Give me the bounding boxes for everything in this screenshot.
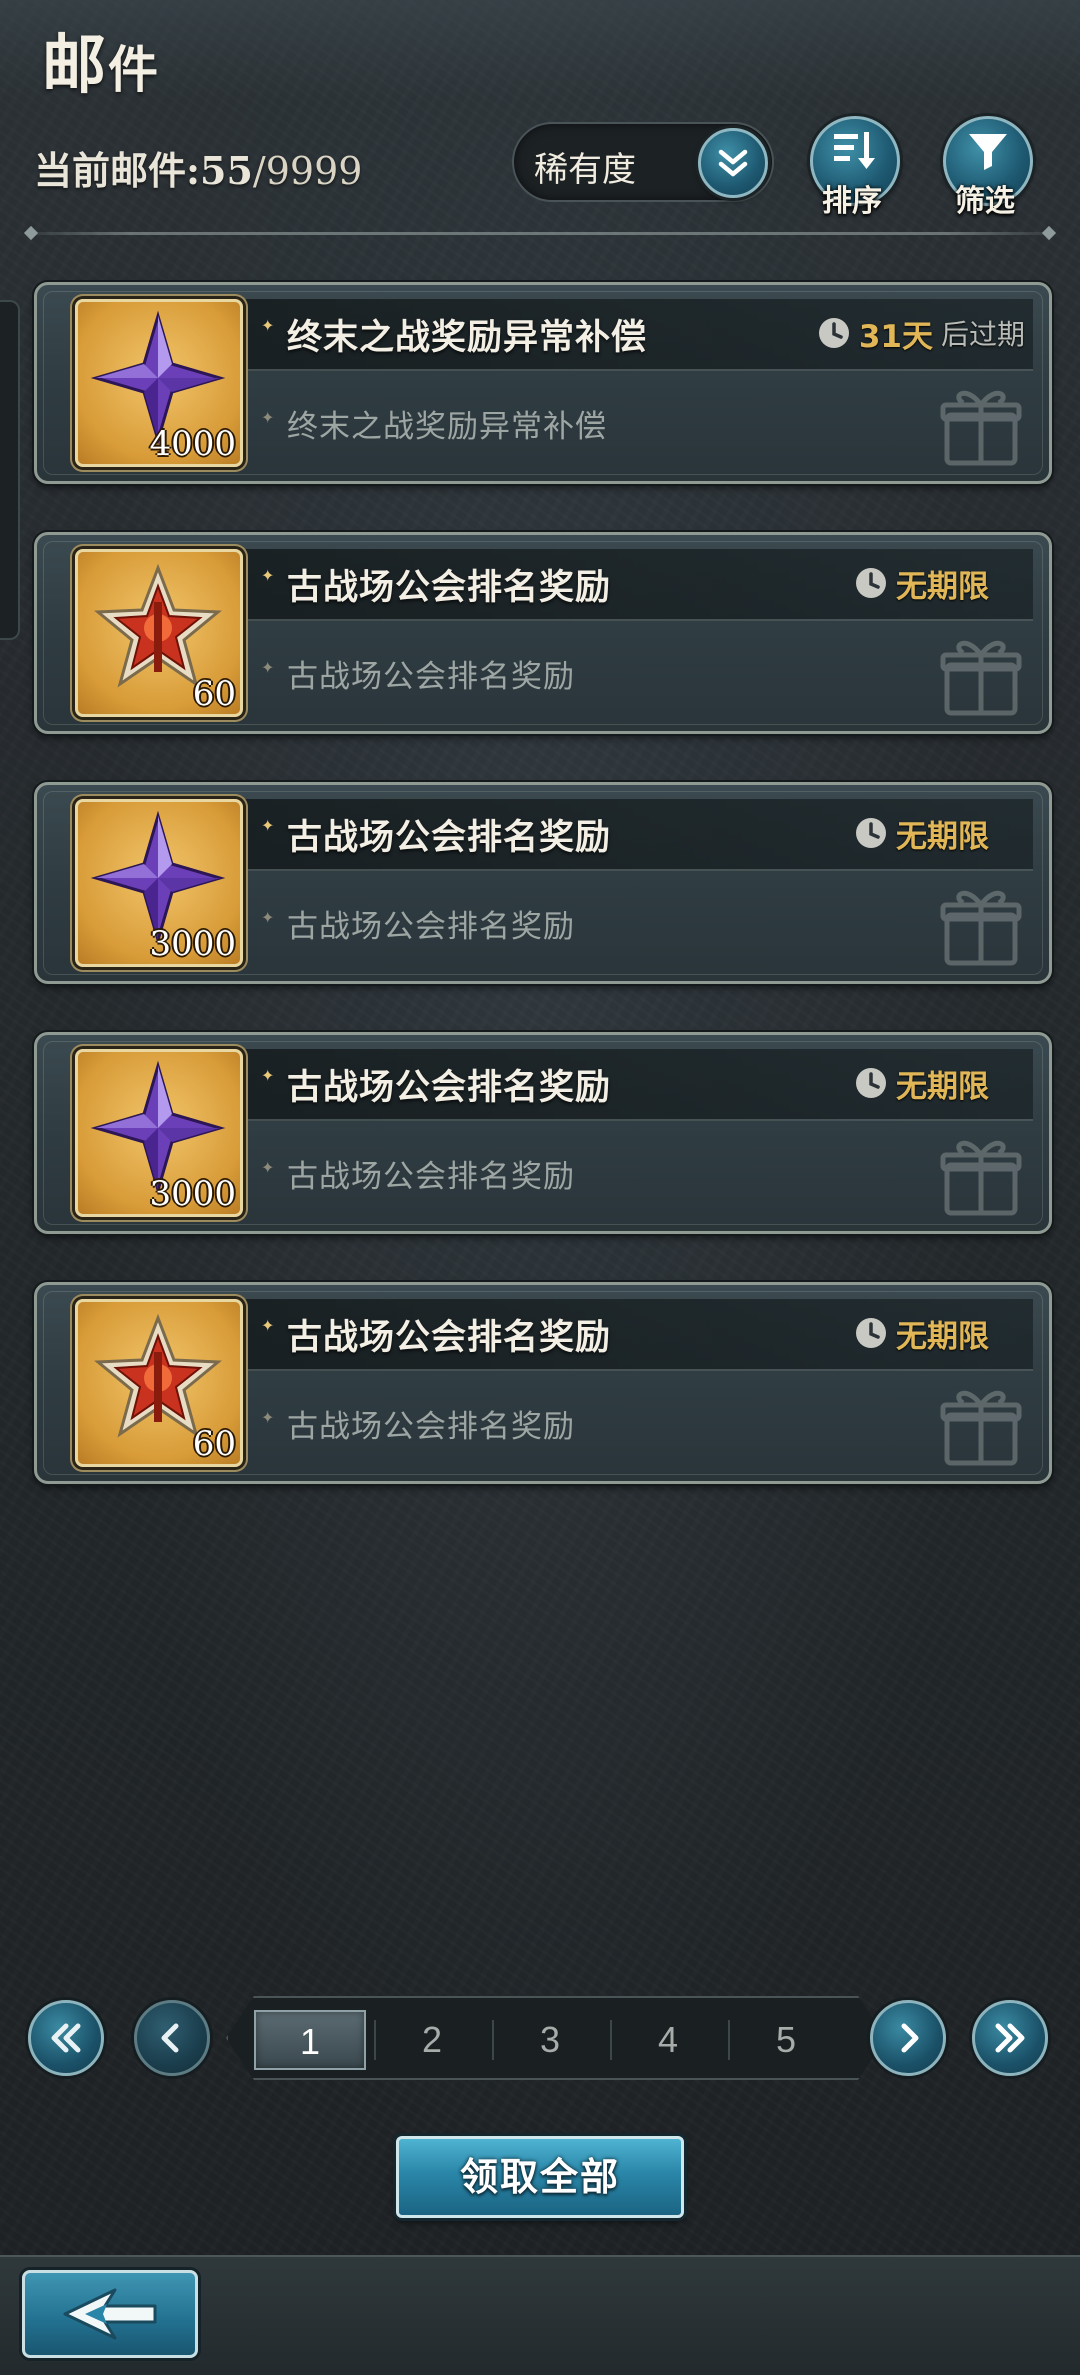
- mail-title: 古战场公会排名奖励: [287, 818, 612, 858]
- page-number-4[interactable]: 4: [612, 2010, 724, 2070]
- gift-box-icon: [940, 1140, 1022, 1216]
- clock-icon: [856, 568, 886, 598]
- page-number-2[interactable]: 2: [376, 2010, 488, 2070]
- sort-label[interactable]: 排序: [822, 176, 882, 220]
- rarity-dropdown[interactable]: 稀有度: [512, 122, 774, 202]
- page-title-tail: 件: [108, 40, 160, 99]
- reward-item-slot[interactable]: 60: [75, 549, 243, 717]
- side-drawer-tab[interactable]: [0, 300, 20, 640]
- mail-subtitle: 终末之战奖励异常补偿: [287, 409, 607, 445]
- reward-item-slot[interactable]: 3000: [75, 799, 243, 967]
- page-title: 邮件: [42, 14, 160, 106]
- mail-item[interactable]: 60 ✦ 古战场公会排名奖励 ✦ 古战场公会排名奖励 无期限: [34, 532, 1052, 734]
- sparkle-icon: ✦: [261, 1158, 275, 1177]
- reward-quantity: 60: [192, 1424, 236, 1464]
- clock-icon: [856, 1318, 886, 1348]
- rarity-dropdown-label: 稀有度: [534, 150, 636, 190]
- sparkle-icon: ✦: [261, 1408, 275, 1427]
- arrow-back-icon: [63, 2288, 157, 2340]
- header-divider: [30, 232, 1050, 235]
- mail-count: 当前邮件:55/9999: [34, 140, 362, 195]
- gift-box-icon: [940, 640, 1022, 716]
- prev-page-button[interactable]: [134, 2000, 210, 2076]
- sparkle-icon: ✦: [261, 1066, 275, 1085]
- mail-subtitle: 古战场公会排名奖励: [287, 1159, 575, 1195]
- double-chevron-left-icon: [51, 2023, 81, 2053]
- expiry-value: 无期限: [896, 1318, 989, 1355]
- clock-icon: [856, 818, 886, 848]
- gift-box-icon: [940, 1390, 1022, 1466]
- page-number-5[interactable]: 5: [730, 2010, 842, 2070]
- gift-box-icon: [940, 390, 1022, 466]
- chevron-right-icon: [901, 2023, 919, 2053]
- mail-count-total: /9999: [252, 149, 363, 193]
- rarity-expand-button[interactable]: [698, 128, 768, 198]
- clock-icon: [818, 318, 849, 348]
- expiry-value: 无期限: [896, 1068, 989, 1105]
- double-chevron-right-icon: [995, 2023, 1025, 2053]
- last-page-button[interactable]: [972, 2000, 1048, 2076]
- mail-expiry: 无期限: [854, 563, 997, 605]
- sparkle-icon: ✦: [261, 1316, 275, 1335]
- mail-title: 终末之战奖励异常补偿: [287, 318, 648, 358]
- sparkle-icon: ✦: [261, 408, 275, 427]
- reward-item-slot[interactable]: 4000: [75, 299, 243, 467]
- filter-funnel-icon: [969, 133, 1007, 170]
- reward-quantity: 4000: [149, 424, 236, 464]
- reward-item-slot[interactable]: 60: [75, 1299, 243, 1467]
- mail-item[interactable]: 4000 ✦ 终末之战奖励异常补偿 ✦ 终末之战奖励异常补偿 31天 后过期: [34, 282, 1052, 484]
- mail-count-current: 55: [200, 148, 253, 193]
- back-button[interactable]: [22, 2270, 198, 2358]
- page-title-main: 邮: [42, 28, 108, 103]
- reward-quantity: 3000: [149, 1174, 236, 1214]
- mail-item[interactable]: 60 ✦ 古战场公会排名奖励 ✦ 古战场公会排名奖励 无期限: [34, 1282, 1052, 1484]
- sparkle-icon: ✦: [261, 908, 275, 927]
- mail-title: 古战场公会排名奖励: [287, 568, 612, 608]
- expiry-value: 无期限: [896, 568, 989, 605]
- mail-title: 古战场公会排名奖励: [287, 1318, 612, 1358]
- reward-quantity: 60: [192, 674, 236, 714]
- sparkle-icon: ✦: [261, 316, 275, 335]
- header-band: [0, 0, 1080, 100]
- page-number-3[interactable]: 3: [494, 2010, 606, 2070]
- mail-title: 古战场公会排名奖励: [287, 1068, 612, 1108]
- page-number-bar: 1 2 3 4 5: [226, 1996, 886, 2080]
- pagination: 1 2 3 4 5: [26, 1990, 1056, 2086]
- sparkle-icon: ✦: [261, 566, 275, 585]
- expiry-value: 无期限: [896, 818, 989, 855]
- filter-label[interactable]: 筛选: [955, 176, 1015, 220]
- mail-item[interactable]: 3000 ✦ 古战场公会排名奖励 ✦ 古战场公会排名奖励 无期限: [34, 782, 1052, 984]
- sparkle-icon: ✦: [261, 658, 275, 677]
- next-page-button[interactable]: [870, 2000, 946, 2076]
- mail-subtitle: 古战场公会排名奖励: [287, 909, 575, 945]
- mail-expiry: 31天 后过期: [817, 313, 1025, 355]
- expiry-suffix: 后过期: [940, 318, 1025, 351]
- reward-quantity: 3000: [149, 924, 236, 964]
- clock-icon: [856, 1068, 886, 1098]
- reward-item-slot[interactable]: 3000: [75, 1049, 243, 1217]
- chevron-left-icon: [161, 2023, 179, 2053]
- mail-expiry: 无期限: [854, 1313, 997, 1355]
- claim-all-button[interactable]: 领取全部: [396, 2136, 684, 2218]
- first-page-button[interactable]: [28, 2000, 104, 2076]
- mail-item[interactable]: 3000 ✦ 古战场公会排名奖励 ✦ 古战场公会排名奖励 无期限: [34, 1032, 1052, 1234]
- sort-icon: [834, 131, 875, 169]
- mail-expiry: 无期限: [854, 1063, 997, 1105]
- mail-expiry: 无期限: [854, 813, 997, 855]
- mail-count-label: 当前邮件:: [34, 148, 201, 193]
- sparkle-icon: ✦: [261, 816, 275, 835]
- mail-subtitle: 古战场公会排名奖励: [287, 1409, 575, 1445]
- double-chevron-down-icon: [718, 149, 748, 177]
- gift-box-icon: [940, 890, 1022, 966]
- expiry-value: 31天: [858, 318, 933, 355]
- mail-subtitle: 古战场公会排名奖励: [287, 659, 575, 695]
- page-number-1[interactable]: 1: [254, 2010, 366, 2070]
